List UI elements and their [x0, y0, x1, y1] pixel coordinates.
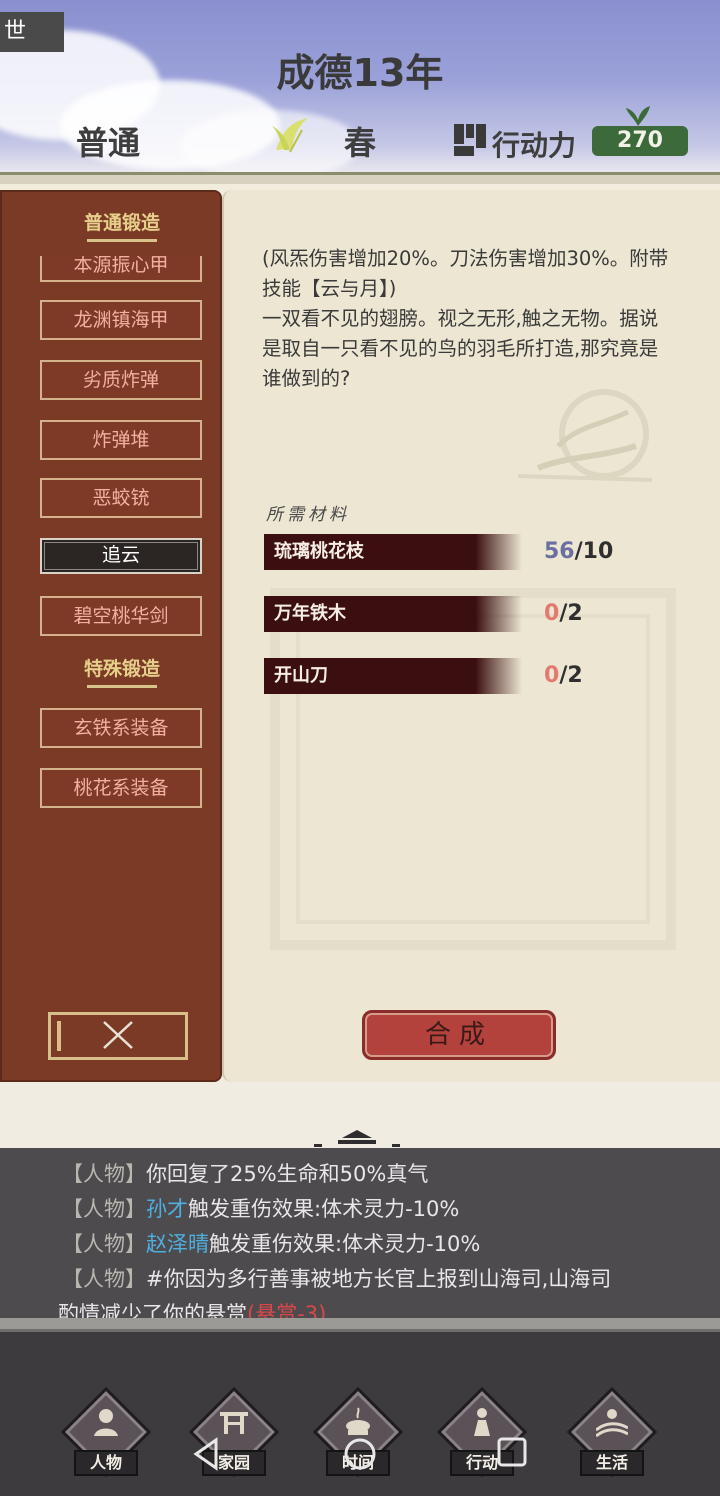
collapse-log-icon[interactable] [312, 1120, 402, 1148]
nav-life[interactable]: 生活 [566, 1386, 658, 1480]
spring-leaf-icon [272, 118, 308, 153]
sidebar-item-longyuan[interactable]: 龙渊镇海甲 [40, 300, 202, 340]
material-name: 万年铁木 [274, 603, 346, 624]
system-home-icon[interactable] [342, 1436, 378, 1472]
material-name: 琉璃桃花枝 [274, 541, 364, 562]
material-count: 0/2 [544, 601, 583, 626]
top-status-bar: 世 成德13年 普通 春 行动力 270 [0, 0, 720, 172]
sidebar-item-taohua[interactable]: 桃花系装备 [40, 768, 202, 808]
incense-burner-icon [346, 1407, 370, 1435]
action-points-label: 行动力 [492, 129, 577, 162]
forge-category-sidebar: 普通锻造 本源振心甲 龙渊镇海甲 劣质炸弹 炸弹堆 恶蛟铳 追云 碧空桃华剑 特… [0, 190, 222, 1082]
sidebar-item-bikong-sword[interactable]: 碧空桃华剑 [40, 596, 202, 636]
header-divider [0, 172, 720, 184]
season-label: 春 [344, 124, 377, 162]
bottom-navigation: 人物 家园 时间 行动 生活 [0, 1332, 720, 1496]
material-row: 开山刀 0/2 [264, 658, 684, 696]
event-log[interactable]: 【人物】你回复了25%生命和50%真气 【人物】孙才触发重伤效果:体术灵力-10… [0, 1148, 720, 1318]
log-line: 【人物】孙才触发重伤效果:体术灵力-10% [62, 1197, 460, 1221]
sidebar-item-benyuan[interactable]: 本源振心甲 [40, 256, 202, 282]
action-points-icon [454, 124, 486, 156]
moon-pine-decoration [518, 389, 652, 482]
log-line-partial: 酌情减少了你的悬赏(悬赏-3) [58, 1302, 327, 1318]
log-divider [0, 1082, 720, 1148]
sprout-icon [626, 106, 650, 126]
walking-figure-icon [474, 1408, 490, 1436]
log-bottom-divider [0, 1318, 720, 1332]
craft-button[interactable]: 合成 [362, 1010, 556, 1060]
item-detail-panel: (风炁伤害增加20%。刀法伤害增加30%。附带 技能【云与月】) 一双看不见的翅… [222, 190, 720, 1082]
system-back-icon[interactable] [190, 1436, 222, 1472]
log-line: 【人物】#你因为多行善事被地方长官上报到山海司,山海司 [62, 1267, 612, 1291]
material-row: 琉璃桃花枝 56/10 [264, 534, 684, 572]
year-title: 成德13年 [276, 51, 444, 95]
nav-character[interactable]: 人物 [60, 1386, 152, 1480]
decorative-frame [270, 588, 676, 950]
system-recents-icon[interactable] [496, 1436, 528, 1468]
close-button[interactable] [48, 1012, 188, 1060]
close-icon [103, 1021, 133, 1049]
sidebar-item-bomb-pile[interactable]: 炸弹堆 [40, 420, 202, 460]
section-special-forge: 特殊锻造 [2, 654, 220, 688]
log-line: 【人物】赵泽晴触发重伤效果:体术灵力-10% [62, 1232, 481, 1256]
material-name: 开山刀 [274, 665, 328, 686]
material-count: 0/2 [544, 663, 583, 688]
home-gate-icon [220, 1412, 248, 1434]
sidebar-item-ejiao-gun[interactable]: 恶蛟铳 [40, 478, 202, 518]
difficulty-label: 普通 [76, 124, 141, 162]
material-row: 万年铁木 0/2 [264, 596, 684, 634]
person-icon [94, 1409, 118, 1436]
sidebar-item-xuantie[interactable]: 玄铁系装备 [40, 708, 202, 748]
materials-title: 所需材料 [266, 505, 350, 525]
item-description: (风炁伤害增加20%。刀法伤害增加30%。附带 技能【云与月】) 一双看不见的翅… [262, 247, 669, 390]
field-sun-icon [596, 1409, 628, 1438]
log-line: 【人物】你回复了25%生命和50%真气 [62, 1162, 429, 1186]
material-count: 56/10 [544, 539, 614, 564]
action-points-value: 270 [592, 126, 688, 156]
sidebar-item-bomb[interactable]: 劣质炸弹 [40, 360, 202, 400]
section-normal-forge: 普通锻造 [2, 208, 220, 242]
sidebar-item-zhuiyun[interactable]: 追云 [40, 538, 202, 574]
